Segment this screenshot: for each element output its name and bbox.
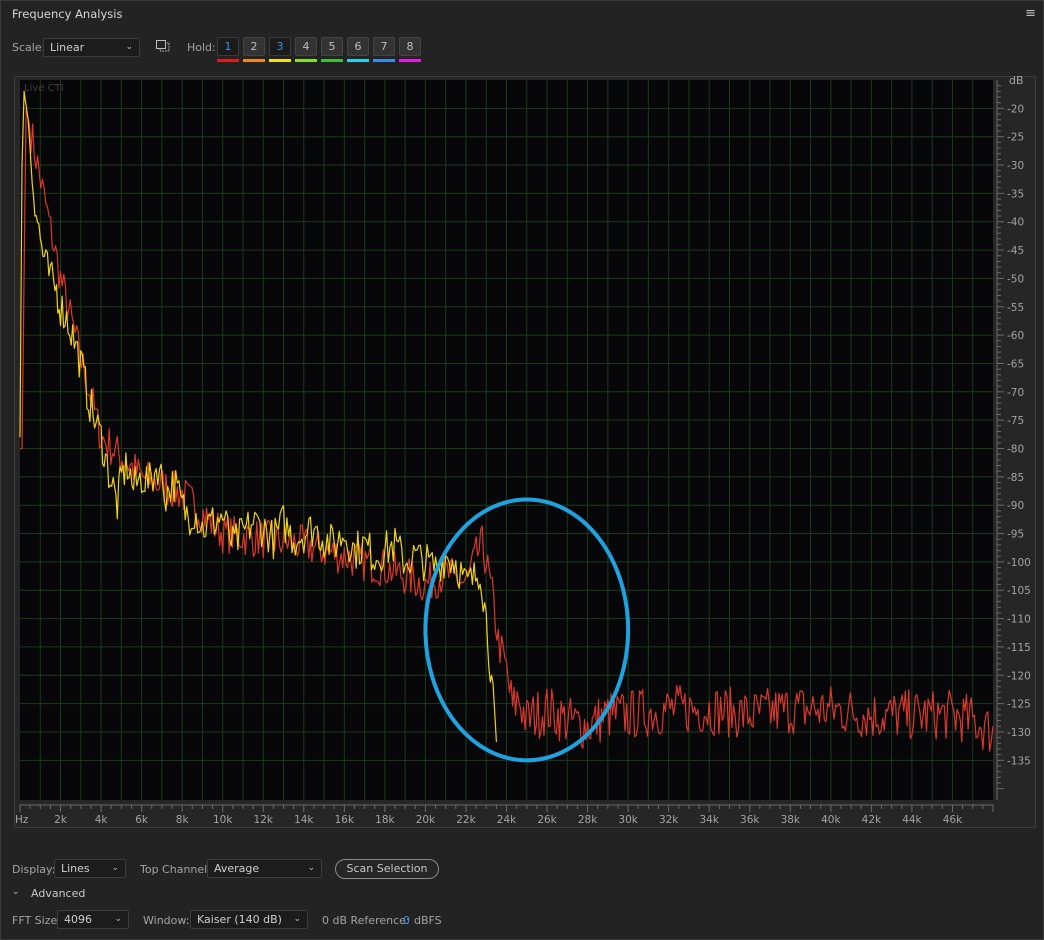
y-tick-label: -45 [1007, 245, 1024, 257]
y-tick-label: -95 [1007, 529, 1024, 541]
x-tick-label: 22k [456, 814, 476, 826]
fft-size-dropdown[interactable]: 4096 ⌄ [57, 910, 129, 929]
x-tick-label: 34k [699, 814, 719, 826]
y-tick-label: -40 [1007, 217, 1024, 229]
reference-label: 0 dB Reference: [322, 914, 410, 927]
x-tick-label: 44k [902, 814, 922, 826]
y-tick-label: -70 [1007, 387, 1024, 399]
hamburger-icon[interactable]: ≡ [1025, 7, 1036, 21]
y-tick-label: -35 [1007, 188, 1024, 200]
fft-size-label: FFT Size: [12, 914, 61, 927]
window-label: Window: [143, 914, 190, 927]
x-tick-label: 46k [943, 814, 963, 826]
x-tick-label: 6k [135, 814, 149, 826]
panel-title: Frequency Analysis [12, 7, 123, 21]
x-tick-label: 32k [659, 814, 679, 826]
hold-button-8[interactable]: 8 [399, 37, 421, 56]
hold-color-swatch-8 [399, 59, 421, 62]
y-tick-label: -115 [1007, 642, 1031, 654]
y-tick-label: -85 [1007, 472, 1024, 484]
chevron-down-icon: ⌄ [114, 914, 122, 924]
frequency-plot[interactable]: Live CTI dB -20 -25 -30 -35 -40 -45 -50 -55 -60 -65… [14, 76, 1036, 828]
fft-size-value: 4096 [64, 913, 92, 926]
scale-label: Scale: [12, 41, 46, 54]
hold-color-swatch-7 [373, 59, 395, 62]
top-channel-label: Top Channel: [140, 863, 211, 876]
hold-button-1[interactable]: 1 [217, 37, 239, 56]
top-channel-dropdown[interactable]: Average ⌄ [207, 859, 322, 878]
y-tick-label: -55 [1007, 302, 1024, 314]
y-tick-label: -125 [1007, 699, 1031, 711]
window-value: Kaiser (140 dB) [197, 913, 282, 926]
y-tick-label: -60 [1007, 330, 1024, 342]
y-tick-label: -25 [1007, 132, 1024, 144]
hold-button-5[interactable]: 5 [321, 37, 343, 56]
chevron-down-icon: ⌄ [111, 863, 119, 873]
hold-label: Hold: [187, 41, 216, 54]
x-tick-label: 42k [862, 814, 882, 826]
y-unit-label: dB [1009, 76, 1024, 87]
y-tick-label: -65 [1007, 358, 1024, 370]
x-tick-label: 30k [618, 814, 638, 826]
x-tick-label: 4k [95, 814, 109, 826]
x-tick-label: 2k [54, 814, 68, 826]
chevron-down-icon[interactable]: ⌄ [12, 887, 20, 897]
hold-color-swatch-6 [347, 59, 369, 62]
x-tick-label: 8k [176, 814, 190, 826]
x-unit-label: Hz [15, 814, 29, 826]
hold-button-4[interactable]: 4 [295, 37, 317, 56]
x-tick-label: 16k [335, 814, 355, 826]
y-tick-label: -50 [1007, 273, 1024, 285]
y-tick-label: -80 [1007, 444, 1024, 456]
y-tick-label: -120 [1007, 670, 1031, 682]
hold-button-2[interactable]: 2 [243, 37, 265, 56]
x-tick-label: 36k [740, 814, 760, 826]
display-label: Display: [12, 863, 56, 876]
hold-color-swatch-3 [269, 59, 291, 62]
chevron-down-icon: ⌄ [293, 914, 301, 924]
x-tick-label: 20k [416, 814, 436, 826]
hold-button-6[interactable]: 6 [347, 37, 369, 56]
hold-color-swatch-2 [243, 59, 265, 62]
chevron-down-icon: ⌄ [125, 42, 133, 52]
hold-color-swatch-4 [295, 59, 317, 62]
scale-dropdown[interactable]: Linear ⌄ [43, 38, 140, 57]
reference-value[interactable]: 0 [403, 914, 410, 927]
x-tick-label: 10k [213, 814, 233, 826]
x-tick-label: 38k [781, 814, 801, 826]
y-tick-label: -75 [1007, 415, 1024, 427]
window-dropdown[interactable]: Kaiser (140 dB) ⌄ [190, 910, 308, 929]
display-dropdown[interactable]: Lines ⌄ [54, 859, 126, 878]
x-tick-label: 28k [578, 814, 598, 826]
scale-value: Linear [50, 41, 85, 54]
display-value: Lines [61, 862, 90, 875]
hold-button-7[interactable]: 7 [373, 37, 395, 56]
x-tick-label: 26k [537, 814, 557, 826]
y-tick-label: -105 [1007, 585, 1031, 597]
chevron-down-icon: ⌄ [307, 863, 315, 873]
x-tick-label: 24k [497, 814, 517, 826]
top-channel-value: Average [214, 862, 260, 875]
reference-unit: dBFS [414, 914, 442, 927]
x-tick-label: 18k [375, 814, 395, 826]
y-tick-label: -130 [1007, 727, 1031, 739]
y-tick-label: -20 [1007, 103, 1024, 115]
hold-color-swatch-5 [321, 59, 343, 62]
hold-button-3[interactable]: 3 [269, 37, 291, 56]
y-tick-label: -110 [1007, 614, 1031, 626]
x-tick-label: 12k [254, 814, 274, 826]
x-tick-label: 14k [294, 814, 314, 826]
y-tick-label: -30 [1007, 160, 1024, 172]
x-tick-label: 40k [821, 814, 841, 826]
live-cti-label: Live CTI [24, 83, 64, 94]
y-tick-label: -135 [1007, 755, 1031, 767]
advanced-toggle[interactable]: Advanced [31, 887, 85, 900]
scan-selection-button[interactable]: Scan Selection [335, 859, 439, 879]
y-tick-label: -100 [1007, 557, 1031, 569]
snapshot-icon[interactable] [156, 40, 170, 52]
hold-color-swatch-1 [217, 59, 239, 62]
y-tick-label: -90 [1007, 500, 1024, 512]
